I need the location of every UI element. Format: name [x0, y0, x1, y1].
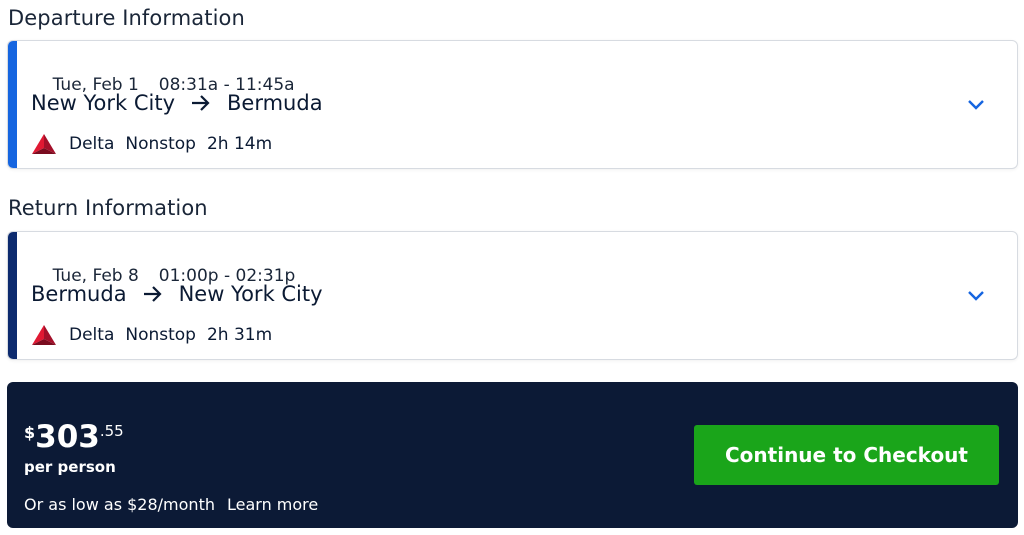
departure-route: New York City Bermuda [31, 91, 323, 115]
price-panel: $ 303 .55 per person Or as low as $28/mo… [7, 382, 1018, 528]
arrow-right-icon [143, 285, 163, 303]
return-duration: 2h 31m [206, 325, 273, 345]
departure-stops: Nonstop [125, 134, 196, 154]
return-flight-card[interactable]: Tue, Feb 8 01:00p - 02:31p Bermuda New Yo… [7, 231, 1018, 360]
return-airline-row: Delta Nonstop 2h 31m [31, 324, 272, 346]
return-origin: Bermuda [31, 282, 127, 306]
departure-flight-card[interactable]: Tue, Feb 1 08:31a - 11:45a New York City … [7, 40, 1018, 169]
return-card-accent [8, 232, 17, 359]
departure-heading: Departure Information [8, 6, 245, 30]
continue-to-checkout-button[interactable]: Continue to Checkout [694, 425, 999, 485]
chevron-down-icon[interactable] [966, 288, 986, 302]
per-person-label: per person [24, 458, 116, 476]
return-heading: Return Information [8, 196, 208, 220]
price-cents: .55 [99, 422, 124, 440]
return-route: Bermuda New York City [31, 282, 323, 306]
learn-more-link[interactable]: Learn more [227, 495, 318, 514]
price-currency: $ [24, 423, 36, 442]
return-stops: Nonstop [125, 325, 196, 345]
departure-duration: 2h 14m [206, 134, 273, 154]
departure-card-accent [8, 41, 17, 168]
financing-row: Or as low as $28/month Learn more [24, 495, 318, 514]
departure-airline: Delta [69, 134, 115, 154]
return-airline: Delta [69, 325, 115, 345]
price-dollars: 303 [35, 419, 100, 455]
price-total: $ 303 .55 [24, 420, 124, 454]
return-destination: New York City [178, 282, 323, 306]
chevron-down-icon[interactable] [966, 97, 986, 111]
arrow-right-icon [191, 94, 211, 112]
departure-destination: Bermuda [227, 91, 323, 115]
delta-logo-icon [31, 133, 57, 155]
departure-airline-row: Delta Nonstop 2h 14m [31, 133, 272, 155]
departure-origin: New York City [31, 91, 175, 115]
delta-logo-icon [31, 324, 57, 346]
financing-text: Or as low as $28/month [24, 495, 215, 514]
